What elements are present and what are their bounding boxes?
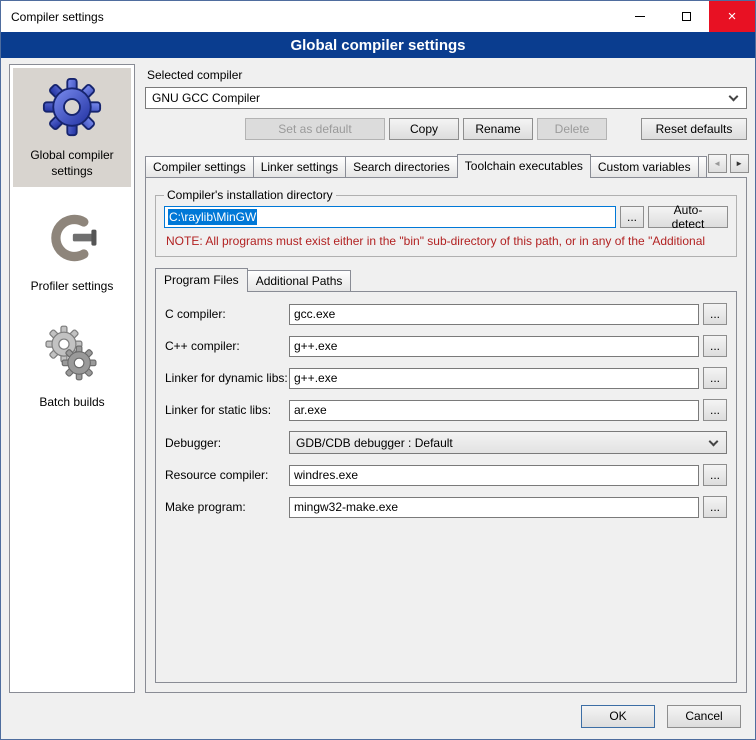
debugger-label: Debugger: [165,436,289,450]
field-row-static-linker: Linker for static libs: ... [165,399,727,421]
resource-compiler-browse-button[interactable]: ... [703,464,727,486]
maximize-button[interactable] [663,1,709,32]
dialog-header: Global compiler settings [1,32,755,58]
settings-tabstrip: Compiler settings Linker settings Search… [145,154,747,177]
titlebar: Compiler settings × [1,1,755,32]
chevron-down-icon [729,92,739,102]
install-dir-browse-button[interactable]: ... [620,206,644,228]
tab-scroll-left-button[interactable]: ◄ [708,154,727,173]
program-files-subtabs: Program Files Additional Paths [155,268,737,291]
c-compiler-label: C compiler: [165,307,289,321]
selected-compiler-select[interactable]: GNU GCC Compiler [145,87,747,109]
resource-compiler-input[interactable] [289,465,699,486]
tab-linker-settings[interactable]: Linker settings [253,156,346,177]
field-row-cpp-compiler: C++ compiler: ... [165,335,727,357]
sidebar-item-label: Global compiler settings [15,148,129,179]
settings-category-list: Global compiler settings Profiler settin… [9,64,135,693]
close-button[interactable]: × [709,1,755,32]
profiler-clamp-icon [45,205,99,271]
make-program-label: Make program: [165,500,289,514]
c-compiler-browse-button[interactable]: ... [703,303,727,325]
install-dir-value: C:\raylib\MinGW [168,209,257,225]
batch-gears-icon [43,321,101,387]
selected-compiler-value: GNU GCC Compiler [152,91,260,105]
window-title: Compiler settings [1,10,104,24]
field-row-debugger: Debugger: GDB/CDB debugger : Default [165,431,727,454]
field-row-dynamic-linker: Linker for dynamic libs: ... [165,367,727,389]
dynamic-linker-browse-button[interactable]: ... [703,367,727,389]
sidebar-item-global-compiler-settings[interactable]: Global compiler settings [13,68,131,187]
program-files-panel: C compiler: ... C++ compiler: ... Linker… [155,291,737,683]
static-linker-input[interactable] [289,400,699,421]
reset-defaults-button[interactable]: Reset defaults [641,118,747,140]
tab-toolchain-executables[interactable]: Toolchain executables [457,154,591,178]
set-as-default-button[interactable]: Set as default [245,118,385,140]
compiler-actions: Set as default Copy Rename Delete Reset … [145,118,747,140]
dynamic-linker-label: Linker for dynamic libs: [165,371,289,385]
c-compiler-input[interactable] [289,304,699,325]
field-row-make-program: Make program: ... [165,496,727,518]
tab-scroll-right-button[interactable]: ► [730,154,749,173]
dynamic-linker-input[interactable] [289,368,699,389]
ok-button[interactable]: OK [581,705,655,728]
main-panel: Selected compiler GNU GCC Compiler Set a… [145,64,747,693]
field-row-c-compiler: C compiler: ... [165,303,727,325]
sidebar-item-profiler-settings[interactable]: Profiler settings [13,199,131,303]
static-linker-label: Linker for static libs: [165,403,289,417]
gear-icon [42,74,102,140]
selected-compiler-label: Selected compiler [147,68,747,82]
minimize-icon [635,16,645,17]
cpp-compiler-browse-button[interactable]: ... [703,335,727,357]
bin-subdirectory-note: NOTE: All programs must exist either in … [166,234,728,248]
installation-directory-group: Compiler's installation directory C:\ray… [155,188,737,257]
installation-directory-legend: Compiler's installation directory [164,188,336,202]
dialog-footer: OK Cancel [1,699,755,739]
field-row-resource-compiler: Resource compiler: ... [165,464,727,486]
copy-button[interactable]: Copy [389,118,459,140]
dialog-content: Global compiler settings Profiler settin… [1,58,755,699]
sidebar-item-label: Profiler settings [31,279,114,295]
window-controls: × [617,1,755,32]
close-icon: × [728,8,737,25]
install-dir-input[interactable]: C:\raylib\MinGW [164,206,616,228]
tab-custom-variables[interactable]: Custom variables [590,156,699,177]
tab-compiler-settings[interactable]: Compiler settings [145,156,254,177]
minimize-button[interactable] [617,1,663,32]
make-program-browse-button[interactable]: ... [703,496,727,518]
subtab-additional-paths[interactable]: Additional Paths [247,270,352,291]
cpp-compiler-label: C++ compiler: [165,339,289,353]
tab-search-directories[interactable]: Search directories [345,156,458,177]
sidebar-item-batch-builds[interactable]: Batch builds [13,315,131,419]
make-program-input[interactable] [289,497,699,518]
toolchain-executables-panel: Compiler's installation directory C:\ray… [145,177,747,693]
tab-scroll-buttons: ◄ ► [706,154,749,173]
chevron-down-icon [709,436,719,446]
compiler-settings-window: Compiler settings × Global compiler sett… [0,0,756,740]
static-linker-browse-button[interactable]: ... [703,399,727,421]
auto-detect-button[interactable]: Auto-detect [648,206,728,228]
sidebar-item-label: Batch builds [39,395,104,411]
cpp-compiler-input[interactable] [289,336,699,357]
resource-compiler-label: Resource compiler: [165,468,289,482]
debugger-select[interactable]: GDB/CDB debugger : Default [289,431,727,454]
subtab-program-files[interactable]: Program Files [155,268,248,292]
rename-button[interactable]: Rename [463,118,533,140]
debugger-value: GDB/CDB debugger : Default [296,436,453,450]
delete-button[interactable]: Delete [537,118,607,140]
maximize-icon [682,12,691,21]
cancel-button[interactable]: Cancel [667,705,741,728]
installation-directory-row: C:\raylib\MinGW ... Auto-detect [164,206,728,228]
